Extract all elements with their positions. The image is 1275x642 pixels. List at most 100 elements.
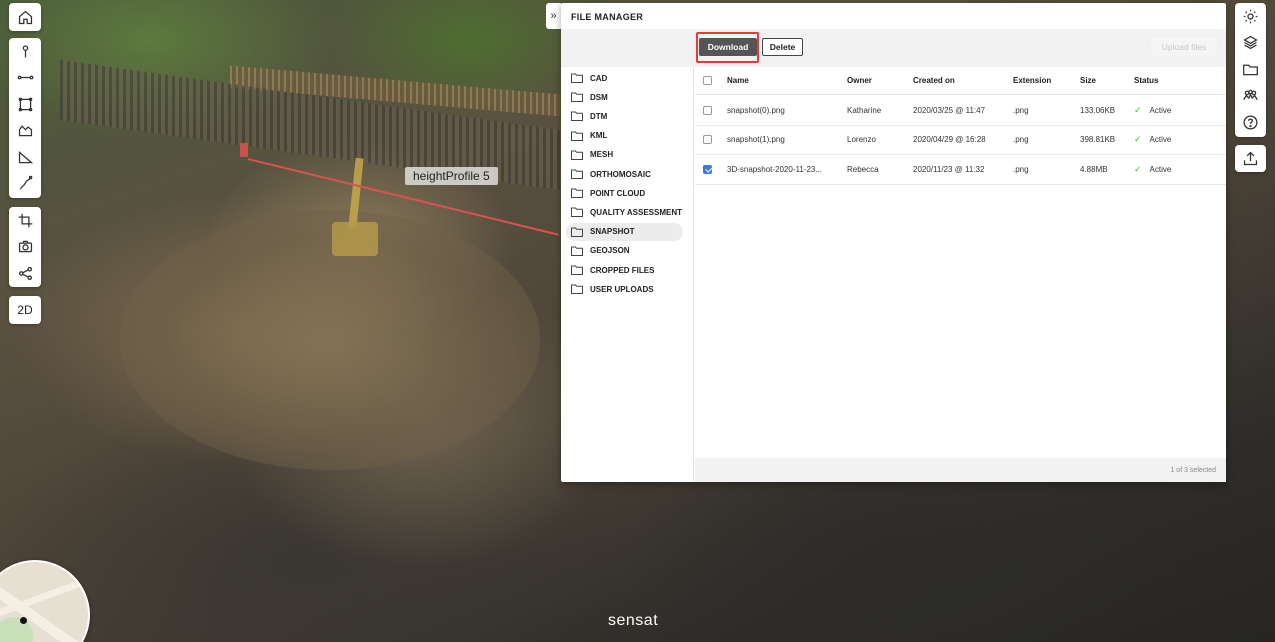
height-profile-icon: [18, 150, 33, 163]
selection-footer: 1 of 3 selected: [695, 458, 1226, 482]
column-header-name[interactable]: Name: [727, 67, 749, 94]
upload-files-button[interactable]: Upload files: [1151, 38, 1217, 56]
folder-label: GEOJSON: [590, 246, 630, 256]
column-header-size[interactable]: Size: [1080, 67, 1096, 94]
help-button[interactable]: [1235, 109, 1266, 136]
file-owner: Lorenzo: [847, 135, 876, 145]
share-tool-button[interactable]: [9, 260, 41, 287]
snapshot-tool-button[interactable]: [9, 234, 41, 261]
row-check-cell: [703, 155, 712, 184]
table-row[interactable]: snapshot(0).png Katharine 2020/03/25 @ 11:…: [695, 96, 1226, 126]
gear-icon: [1243, 9, 1258, 24]
scene-excavation-pit: [120, 210, 540, 470]
file-size: 4.88MB: [1080, 164, 1108, 174]
column-header-status[interactable]: Status: [1134, 67, 1158, 94]
table-row[interactable]: snapshot(1).png Lorenzo 2020/04/29 @ 16:28…: [695, 126, 1226, 155]
file-created: 2020/03/25 @ 11:47: [913, 105, 986, 115]
folder-icon: [1243, 64, 1258, 75]
file-extension: .png: [1013, 164, 1029, 174]
file-status: ✓ Active: [1134, 155, 1171, 184]
download-button[interactable]: Download: [699, 38, 757, 56]
row-checkbox[interactable]: [703, 164, 712, 174]
folder-item[interactable]: CROPPED FILES: [566, 261, 683, 279]
folder-item[interactable]: GEOJSON: [566, 242, 683, 260]
home-group: [9, 3, 41, 31]
mode-group: 2D: [9, 296, 41, 324]
folder-item[interactable]: DTM: [566, 107, 683, 125]
folder-item[interactable]: SNAPSHOT: [566, 222, 683, 241]
line-tool-button[interactable]: [9, 65, 41, 92]
layers-button[interactable]: [1235, 30, 1266, 57]
help-icon: [1243, 115, 1258, 130]
path-tool-button[interactable]: [9, 171, 41, 198]
folder-item[interactable]: ORTHOMOSAIC: [566, 165, 683, 183]
home-button[interactable]: [9, 3, 41, 31]
select-all-checkbox[interactable]: [703, 76, 712, 85]
layers-icon: [1243, 36, 1258, 50]
folder-label: CROPPED FILES: [590, 265, 655, 275]
folder-item[interactable]: MESH: [566, 146, 683, 164]
collapse-panel-button[interactable]: »: [546, 3, 561, 29]
check-icon: ✓: [1134, 163, 1142, 174]
file-size: 133.06KB: [1080, 105, 1116, 115]
upload-group: [1235, 145, 1266, 172]
folder-label: CAD: [590, 73, 608, 83]
folder-item[interactable]: CAD: [566, 69, 683, 87]
row-checkbox[interactable]: [703, 105, 712, 115]
file-status: ✓ Active: [1134, 96, 1171, 125]
file-extension: .png: [1013, 135, 1029, 145]
folder-item[interactable]: POINT CLOUD: [566, 184, 683, 202]
column-header-created[interactable]: Created on: [913, 67, 955, 94]
view-mode-toggle[interactable]: 2D: [9, 296, 41, 324]
folder-label: SNAPSHOT: [590, 227, 635, 237]
area-tool-button[interactable]: [9, 91, 41, 118]
file-extension: .png: [1013, 105, 1029, 115]
upload-button[interactable]: [1235, 145, 1266, 172]
delete-button[interactable]: Delete: [762, 38, 803, 56]
height-profile-label[interactable]: heightProfile 5: [405, 167, 498, 185]
folder-item[interactable]: QUALITY ASSESSMENT: [566, 203, 683, 221]
folder-icon: [571, 111, 583, 122]
folder-item[interactable]: KML: [566, 127, 683, 145]
column-header-owner[interactable]: Owner: [847, 67, 872, 94]
folder-icon: [571, 73, 583, 83]
point-tool-button[interactable]: [9, 38, 41, 65]
column-header-extension[interactable]: Extension: [1013, 67, 1051, 94]
file-owner: Rebecca: [847, 164, 879, 174]
folder-label: QUALITY ASSESSMENT: [590, 207, 683, 217]
path-icon: [19, 176, 32, 190]
folder-icon: [571, 207, 583, 218]
upload-icon: [1243, 151, 1258, 166]
view-tools-group: [9, 207, 41, 287]
check-icon: ✓: [1134, 104, 1142, 115]
folder-item[interactable]: USER UPLOADS: [566, 280, 683, 298]
file-name: snapshot(0).png: [727, 105, 785, 115]
folder-label: USER UPLOADS: [590, 284, 654, 294]
height-profile-tool-button[interactable]: [9, 144, 41, 171]
folder-icon: [571, 169, 583, 179]
home-icon: [18, 10, 32, 24]
panel-title: FILE MANAGER: [571, 12, 644, 22]
row-checkbox[interactable]: [703, 135, 712, 145]
folder-label: DSM: [590, 92, 608, 102]
file-owner: Katharine: [847, 105, 882, 115]
folder-icon: [571, 150, 583, 160]
folder-icon: [571, 246, 583, 256]
folder-item[interactable]: DSM: [566, 88, 683, 106]
status-label: Active: [1149, 164, 1172, 174]
settings-button[interactable]: [1235, 3, 1266, 30]
status-label: Active: [1149, 135, 1172, 145]
volume-tool-button[interactable]: [9, 118, 41, 145]
minimap-location-dot: [20, 617, 27, 624]
table-row[interactable]: 3D-snapshot-2020-11-23... Rebecca 2020/11/…: [695, 155, 1226, 185]
area-icon: [18, 97, 32, 112]
folder-label: MESH: [590, 150, 614, 160]
file-created: 2020/11/23 @ 11:32: [913, 164, 985, 174]
height-profile-marker: [240, 143, 248, 157]
crop-tool-button[interactable]: [9, 207, 41, 234]
file-manager-button[interactable]: [1235, 56, 1266, 83]
users-button[interactable]: [1235, 83, 1266, 110]
folder-icon: [571, 188, 583, 199]
file-name: 3D-snapshot-2020-11-23...: [727, 164, 823, 174]
file-manager-panel: FILE MANAGER Download Delete Upload file…: [561, 3, 1226, 482]
